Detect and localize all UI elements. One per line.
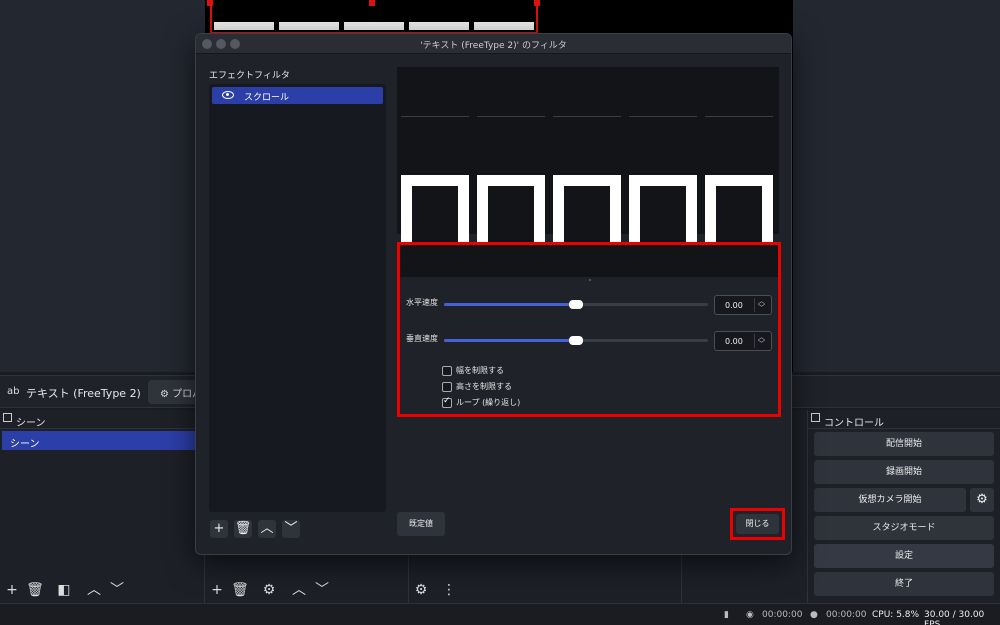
text-source-icon: ab <box>7 386 20 397</box>
more-icon[interactable]: ⋮ <box>440 581 458 599</box>
limit-height-checkbox[interactable]: 高さを制限する <box>442 381 512 392</box>
splitter-handle[interactable] <box>589 279 591 281</box>
gear-icon[interactable]: ⚙ <box>260 581 278 599</box>
horizontal-speed-input[interactable]: 0.00 ︿ ﹀ <box>714 295 772 315</box>
stepper-icon[interactable]: ︿ ﹀ <box>754 334 768 348</box>
slider-fill <box>444 339 576 342</box>
mixer-toolbar: ⚙ ⋮ <box>409 577 681 603</box>
preview-divider <box>705 116 773 117</box>
preview-text-block <box>279 22 339 30</box>
status-bar: ▮ ◉ 00:00:00 ● 00:00:00 CPU: 5.8% 30.00 … <box>0 603 1000 625</box>
dock-icon <box>3 413 12 422</box>
chevron-down-icon[interactable]: ﹀ <box>282 520 300 538</box>
chevron-down-icon[interactable]: ﹀ <box>108 581 126 599</box>
slider-knob[interactable] <box>569 300 583 309</box>
properties-header-area <box>400 245 778 277</box>
add-icon[interactable]: + <box>208 581 226 599</box>
dialog-title: 'テキスト (FreeType 2)' のフィルタ <box>420 41 567 51</box>
start-virtual-camera-button[interactable]: 仮想カメラ開始 <box>814 488 966 512</box>
resize-handle[interactable] <box>207 0 213 6</box>
stream-icon: ◉ <box>746 610 754 620</box>
obs-window: ab テキスト (FreeType 2) ⚙ プロパ シーン シーン + 🗑 ◧… <box>0 0 1000 625</box>
filter-icon[interactable]: ◧ <box>55 581 73 599</box>
checkbox[interactable] <box>442 365 452 376</box>
horizontal-speed-label: 水平速度 <box>406 298 438 307</box>
add-icon[interactable]: + <box>3 581 21 599</box>
exit-button[interactable]: 終了 <box>814 572 994 596</box>
controls-dock: コントロール 配信開始 録画開始 仮想カメラ開始 ⚙ スタジオモード 設定 終了 <box>808 410 1000 603</box>
checkbox[interactable] <box>442 381 452 392</box>
controls-dock-title: コントロール <box>808 410 1000 429</box>
filter-item-label: スクロール <box>244 93 290 103</box>
preview-divider <box>401 116 469 117</box>
vertical-speed-label: 垂直速度 <box>406 334 438 343</box>
filter-list: スクロール <box>209 84 386 512</box>
preview-divider <box>477 116 545 117</box>
filter-preview <box>397 67 779 261</box>
vertical-speed-input[interactable]: 0.00 ︿ ﹀ <box>714 331 772 351</box>
defaults-button[interactable]: 既定値 <box>397 512 445 536</box>
vertical-speed-slider[interactable] <box>444 336 708 345</box>
checkbox-label: 幅を制限する <box>456 366 504 375</box>
preview-text-block <box>344 22 404 30</box>
start-streaming-button[interactable]: 配信開始 <box>814 432 994 456</box>
scene-item[interactable]: シーン <box>2 431 202 450</box>
trash-icon[interactable]: 🗑 <box>231 581 249 599</box>
scenes-dock-title: シーン <box>0 410 204 429</box>
signal-icon: ▮ <box>724 610 729 620</box>
resize-handle[interactable] <box>369 0 375 6</box>
spin-value: 0.00 <box>725 337 743 346</box>
dialog-titlebar: 'テキスト (FreeType 2)' のフィルタ <box>196 34 791 54</box>
settings-button[interactable]: 設定 <box>814 544 994 568</box>
checkbox-label: ループ (繰り返し) <box>456 398 521 407</box>
scenes-toolbar: + 🗑 ◧ ︿ ﹀ <box>0 577 204 603</box>
limit-width-checkbox[interactable]: 幅を制限する <box>442 365 504 376</box>
slider-fill <box>444 303 576 306</box>
record-icon: ● <box>810 610 818 620</box>
slider-knob[interactable] <box>569 336 583 345</box>
close-button-highlight: 閉じる <box>730 508 785 540</box>
preview-divider <box>553 116 621 117</box>
scenes-title: シーン <box>16 418 46 429</box>
eye-icon[interactable] <box>222 91 234 99</box>
sources-toolbar: + 🗑 ⚙ ︿ ﹀ <box>205 577 408 603</box>
stepper-icon[interactable]: ︿ ﹀ <box>754 298 768 312</box>
preview-text-block <box>409 22 469 30</box>
controls-title: コントロール <box>824 418 884 429</box>
trash-icon[interactable]: 🗑 <box>234 520 252 538</box>
horizontal-speed-slider[interactable] <box>444 300 708 309</box>
chevron-up-icon[interactable]: ︿ <box>290 581 308 599</box>
preview-divider <box>629 116 697 117</box>
checkbox-label: 高さを制限する <box>456 382 512 391</box>
chevron-up-icon[interactable]: ︿ <box>85 581 103 599</box>
filter-item-scroll[interactable]: スクロール <box>212 87 383 104</box>
preview-text-block <box>214 22 274 30</box>
chevron-down-icon[interactable]: ﹀ <box>313 581 331 599</box>
filter-properties: 水平速度 0.00 ︿ ﹀ 垂直速度 0.00 ︿ ﹀ 幅を制限する 高さを制限する… <box>397 242 781 417</box>
start-recording-button[interactable]: 録画開始 <box>814 460 994 484</box>
loop-checkbox[interactable]: ループ (繰り返し) <box>442 396 521 408</box>
source-name: テキスト (FreeType 2) <box>26 387 141 400</box>
record-time: 00:00:00 <box>826 610 867 620</box>
chevron-up-icon[interactable]: ︿ <box>258 520 276 538</box>
checkbox[interactable] <box>442 396 452 408</box>
add-icon[interactable]: + <box>210 520 228 538</box>
fps-readout: 30.00 / 30.00 FPS <box>924 610 985 625</box>
resize-handle[interactable] <box>534 0 540 6</box>
preview-text-block <box>474 22 534 30</box>
gear-icon[interactable]: ⚙ <box>970 488 994 512</box>
cpu-usage: CPU: 5.8% <box>872 610 920 620</box>
gear-icon[interactable]: ⚙ <box>412 581 430 599</box>
spin-value: 0.00 <box>725 301 743 310</box>
scenes-dock: シーン シーン + 🗑 ◧ ︿ ﹀ <box>0 410 205 603</box>
dock-icon <box>811 413 820 422</box>
effect-filters-label: エフェクトフィルタ <box>209 71 290 81</box>
close-button[interactable]: 閉じる <box>736 514 779 534</box>
filters-dialog: 'テキスト (FreeType 2)' のフィルタ エフェクトフィルタ スクロー… <box>195 33 792 555</box>
trash-icon[interactable]: 🗑 <box>26 581 44 599</box>
stream-time: 00:00:00 <box>762 610 803 620</box>
studio-mode-button[interactable]: スタジオモード <box>814 516 994 540</box>
